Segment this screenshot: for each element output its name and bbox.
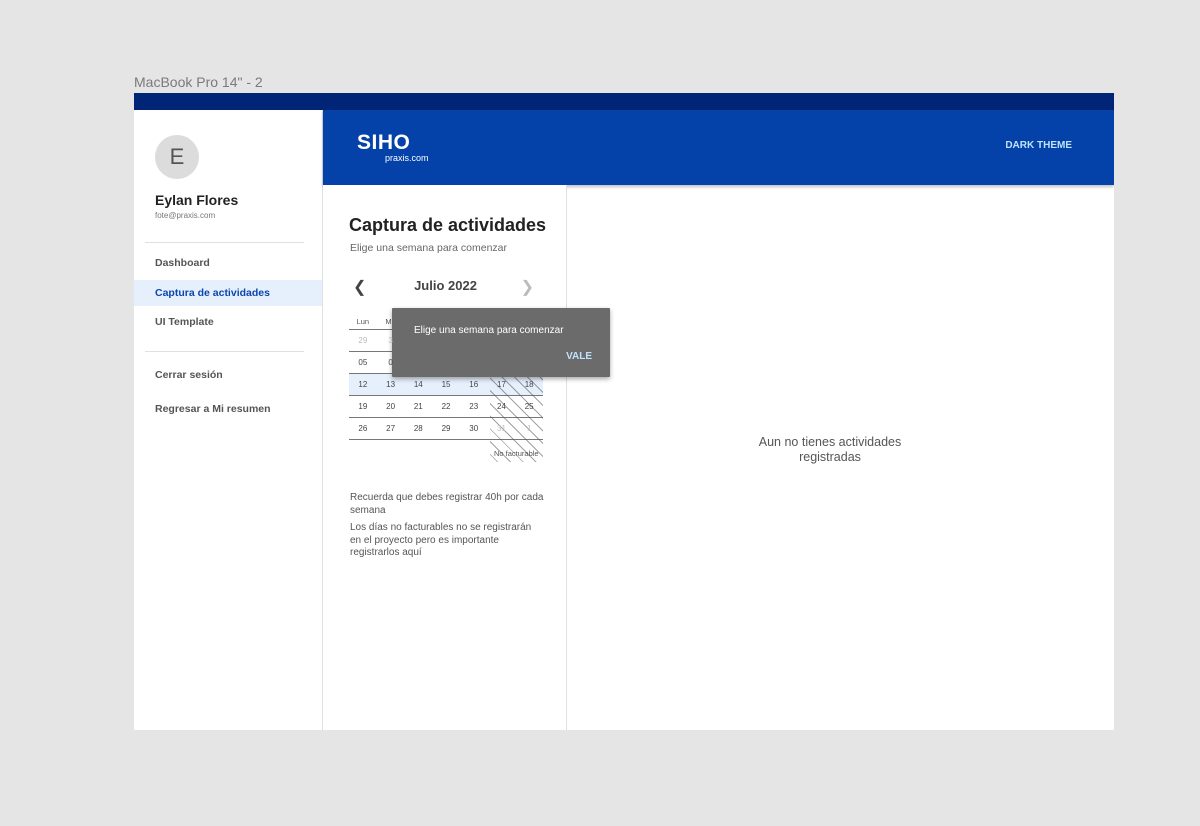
- calendar-day[interactable]: [488, 352, 516, 373]
- calendar-day[interactable]: [460, 352, 488, 373]
- calendar-day[interactable]: 28: [404, 418, 432, 439]
- snackbar-ok-button[interactable]: VALE: [566, 351, 592, 362]
- sidebar: E Eylan Flores fote@praxis.com Dashboard…: [134, 110, 323, 730]
- calendar-day[interactable]: 26: [349, 418, 377, 439]
- page-title: Captura de actividades: [349, 215, 547, 235]
- sidebar-item-captura[interactable]: Captura de actividades: [134, 280, 322, 306]
- calendar-day[interactable]: 05: [349, 352, 377, 373]
- calendar-day[interactable]: [404, 352, 432, 373]
- calendar-week-row[interactable]: 05 0: [349, 352, 543, 374]
- frame-label: MacBook Pro 14" - 2: [134, 74, 263, 90]
- empty-state-message: Aun no tienes actividades registradas: [758, 435, 902, 464]
- month-label: Julio 2022: [414, 278, 477, 293]
- non-billable-note: Los días no facturables no se registrará…: [350, 522, 532, 558]
- calendar-day[interactable]: 17: [488, 374, 516, 395]
- calendar-day[interactable]: 29: [432, 418, 460, 439]
- sidebar-item-dashboard[interactable]: Dashboard: [134, 250, 322, 276]
- sidebar-item-back-summary[interactable]: Regresar a Mi resumen: [134, 396, 322, 422]
- calendar-day[interactable]: 1: [515, 418, 543, 439]
- calendar-week-row[interactable]: 26 27 28 29 30 31 1: [349, 418, 543, 440]
- calendar-day[interactable]: 20: [377, 396, 405, 417]
- calendar-day[interactable]: 0: [377, 352, 405, 373]
- calendar-day[interactable]: [432, 352, 460, 373]
- user-email: fote@praxis.com: [155, 211, 216, 220]
- calendar-day[interactable]: 18: [515, 374, 543, 395]
- calendar-body: 29 3 05 0 12 13 14 15 16 17 18 19 20 21 …: [349, 330, 543, 462]
- calendar-day[interactable]: 14: [404, 374, 432, 395]
- calendar-day[interactable]: 22: [432, 396, 460, 417]
- avatar[interactable]: E: [155, 135, 199, 179]
- logo[interactable]: SIHO: [357, 131, 410, 155]
- app-window: E Eylan Flores fote@praxis.com Dashboard…: [134, 93, 1114, 730]
- calendar-day[interactable]: 16: [460, 374, 488, 395]
- app-header: SIHO praxis.com DARK THEME: [323, 110, 1114, 185]
- chevron-right-icon[interactable]: ❯: [521, 277, 534, 297]
- calendar-day[interactable]: 15: [432, 374, 460, 395]
- calendar-week-row[interactable]: 29 3: [349, 330, 543, 352]
- calendar-day[interactable]: 3: [377, 330, 405, 351]
- calendar-day[interactable]: [488, 330, 516, 351]
- sidebar-item-ui-template[interactable]: UI Template: [134, 309, 322, 335]
- calendar-day[interactable]: 19: [349, 396, 377, 417]
- calendar-day[interactable]: 12: [349, 374, 377, 395]
- sidebar-divider: [145, 242, 304, 243]
- calendar-day[interactable]: [432, 330, 460, 351]
- calendar-day[interactable]: 27: [377, 418, 405, 439]
- calendar-day[interactable]: 13: [377, 374, 405, 395]
- calendar-day[interactable]: [515, 330, 543, 351]
- month-navigator: ❮ Julio 2022 ❯: [349, 275, 542, 299]
- non-billable-legend: No facturable: [494, 449, 539, 458]
- hours-reminder: Recuerda que debes registrar 40h por cad…: [350, 492, 544, 516]
- sidebar-item-logout[interactable]: Cerrar sesión: [134, 362, 322, 388]
- calendar-day[interactable]: [515, 352, 543, 373]
- calendar-day[interactable]: 30: [460, 418, 488, 439]
- calendar-day[interactable]: 29: [349, 330, 377, 351]
- dark-theme-button[interactable]: DARK THEME: [1005, 140, 1072, 151]
- calendar-day[interactable]: 23: [460, 396, 488, 417]
- user-name: Eylan Flores: [155, 192, 239, 208]
- calendar-day[interactable]: 21: [404, 396, 432, 417]
- calendar-day[interactable]: 31: [488, 418, 516, 439]
- calendar-week-row[interactable]: 19 20 21 22 23 24 25: [349, 396, 543, 418]
- calendar-week-row-selected[interactable]: 12 13 14 15 16 17 18: [349, 374, 543, 396]
- calendar-day[interactable]: [404, 330, 432, 351]
- logo-subtitle: praxis.com: [385, 153, 429, 163]
- sidebar-divider: [145, 351, 304, 352]
- calendar-day[interactable]: 25: [515, 396, 543, 417]
- calendar-day[interactable]: [460, 330, 488, 351]
- weekday-label: Lun: [356, 317, 370, 326]
- capture-panel: Captura de actividades Elige una semana …: [323, 185, 567, 730]
- top-strip: [134, 93, 1114, 110]
- calendar-day[interactable]: 24: [488, 396, 516, 417]
- page-subtitle: Elige una semana para comenzar: [350, 242, 508, 254]
- calendar: Lun Ma 29 3 05 0 12 13 14 15 16 17 18 19…: [349, 315, 543, 462]
